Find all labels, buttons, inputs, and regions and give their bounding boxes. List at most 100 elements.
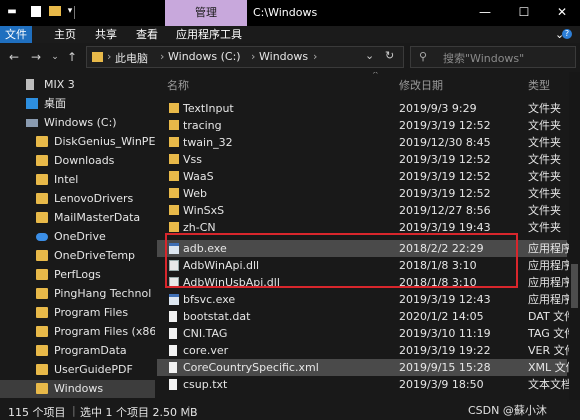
file-date: 2020/1/2 14:05 — [399, 310, 484, 323]
sidebar-item-label: PerfLogs — [54, 268, 101, 281]
sidebar-item[interactable]: Windows (C:) — [0, 114, 155, 132]
cloud-icon — [36, 233, 48, 241]
address-bar[interactable]: › 此电脑 › Windows (C:) › Windows › ⌄ ↻ — [86, 46, 404, 68]
sidebar-item[interactable]: Program Files — [0, 304, 155, 322]
file-type: 文本文档 — [528, 378, 569, 391]
sidebar-item-label: Windows — [54, 382, 104, 395]
up-button[interactable]: ↑ — [64, 48, 80, 66]
folder-icon — [36, 193, 48, 204]
file-name: core.ver — [183, 344, 229, 357]
file-date: 2019/9/15 15:28 — [399, 361, 491, 374]
sidebar-item[interactable]: Program Files (x86 — [0, 323, 155, 341]
sidebar-item-label: ProgramData — [54, 344, 127, 357]
breadcrumb-separator-icon: › — [160, 50, 165, 63]
help-icon[interactable]: ? — [562, 29, 572, 39]
back-button[interactable]: ← — [6, 48, 22, 66]
file-icon — [169, 345, 177, 356]
maximize-button[interactable]: ☐ — [506, 0, 542, 24]
qat-divider — [74, 6, 75, 19]
phone-icon — [26, 79, 34, 90]
file-name: TextInput — [183, 102, 234, 115]
file-row[interactable]: core.ver 2019/3/19 19:22 VER 文件 — [157, 342, 569, 359]
file-row[interactable]: WaaS 2019/3/19 12:52 文件夹 — [157, 168, 567, 185]
sidebar-item[interactable]: OneDrive — [0, 228, 155, 246]
window-title: C:\Windows — [253, 6, 318, 19]
sidebar-item-label: Downloads — [54, 154, 115, 167]
breadcrumb-drive-c[interactable]: Windows (C:) — [168, 50, 241, 63]
sidebar-item[interactable]: MailMasterData — [0, 209, 155, 227]
tab-file[interactable]: 文件 — [0, 26, 32, 43]
file-name: CNI.TAG — [183, 327, 228, 340]
file-row[interactable]: tracing 2019/3/19 12:52 文件夹 — [157, 117, 567, 134]
folder-icon — [169, 137, 179, 147]
forward-button[interactable]: → — [28, 48, 44, 66]
sidebar-item-label: Program Files — [54, 306, 129, 319]
vertical-scrollbar[interactable] — [569, 72, 580, 400]
sidebar-item[interactable]: Windows — [0, 380, 155, 398]
desktop-icon — [26, 98, 38, 109]
highlight-annotation-box — [165, 233, 518, 288]
tab-share[interactable]: 共享 — [89, 26, 123, 43]
file-row[interactable]: CNI.TAG 2019/3/10 11:19 TAG 文件 — [157, 325, 569, 342]
properties-icon[interactable] — [31, 6, 41, 17]
sidebar-item[interactable]: LenovoDrivers — [0, 190, 155, 208]
sidebar-item[interactable]: 桌面 — [0, 95, 155, 113]
search-box[interactable]: ⚲ 搜索"Windows" — [410, 46, 576, 68]
manage-tab[interactable]: 管理 — [165, 0, 247, 26]
folder-icon — [169, 205, 179, 215]
file-row[interactable]: bootstat.dat 2020/1/2 14:05 DAT 文件 — [157, 308, 569, 325]
file-row[interactable]: CoreCountrySpecific.xml 2019/9/15 15:28 XM… — [157, 359, 569, 376]
close-button[interactable]: ✕ — [544, 0, 580, 24]
minimize-button[interactable]: — — [467, 0, 503, 24]
scrollbar-thumb[interactable] — [571, 264, 578, 308]
breadcrumb-separator-icon: › — [313, 50, 318, 63]
sidebar-item-label: Windows (C:) — [44, 116, 117, 129]
recent-locations-button[interactable]: ⌄ — [47, 48, 63, 66]
file-row[interactable]: WinSxS 2019/12/27 8:56 文件夹 — [157, 202, 567, 219]
folder-icon — [169, 154, 179, 164]
search-placeholder: 搜索"Windows" — [443, 52, 525, 65]
file-row[interactable]: csup.txt 2019/3/9 18:50 文本文档 — [157, 376, 569, 393]
sidebar-item-label: MailMasterData — [54, 211, 141, 224]
refresh-icon[interactable]: ↻ — [385, 49, 394, 62]
file-type: 文件夹 — [528, 153, 561, 166]
sidebar-item[interactable]: PerfLogs — [0, 266, 155, 284]
tab-view[interactable]: 查看 — [130, 26, 164, 43]
app-icon: ▬ — [7, 6, 17, 17]
breadcrumb-separator-icon: › — [107, 50, 112, 63]
sidebar-item[interactable]: Downloads — [0, 152, 155, 170]
sidebar-item[interactable]: PingHang Technol — [0, 285, 155, 303]
new-folder-icon[interactable] — [49, 6, 61, 16]
file-row[interactable]: Web 2019/3/19 12:52 文件夹 — [157, 185, 567, 202]
sidebar-item[interactable]: OneDriveTemp — [0, 247, 155, 265]
tab-app-tools[interactable]: 应用程序工具 — [170, 26, 248, 43]
file-date: 2019/3/19 12:52 — [399, 119, 491, 132]
folder-icon — [36, 136, 48, 147]
file-type: XML 文件 — [528, 361, 569, 374]
file-date: 2019/12/27 8:56 — [399, 204, 491, 217]
sidebar-item-label: PingHang Technol — [54, 287, 152, 300]
file-date: 2019/3/9 18:50 — [399, 378, 484, 391]
tab-home[interactable]: 主页 — [48, 26, 82, 43]
sidebar-item[interactable]: MIX 3 — [0, 76, 155, 94]
sidebar-item[interactable]: Intel — [0, 171, 155, 189]
folder-icon — [36, 364, 48, 375]
file-type: VER 文件 — [528, 344, 569, 357]
file-name: twain_32 — [183, 136, 233, 149]
file-type: 文件夹 — [528, 136, 561, 149]
breadcrumb-this-pc[interactable]: 此电脑 — [115, 50, 148, 66]
file-row[interactable]: bfsvc.exe 2019/3/19 12:43 应用程序 — [157, 291, 569, 308]
sidebar-item-label: OneDriveTemp — [54, 249, 136, 262]
file-row[interactable]: Vss 2019/3/19 12:52 文件夹 — [157, 151, 567, 168]
sidebar-item[interactable]: ProgramData — [0, 342, 155, 360]
breadcrumb-windows[interactable]: Windows — [259, 50, 308, 63]
folder-icon — [36, 288, 48, 299]
file-row[interactable]: TextInput 2019/9/3 9:29 文件夹 — [157, 100, 567, 117]
selection-info: 选中 1 个项目 2.50 MB — [80, 406, 198, 419]
sidebar-item[interactable]: UserGuidePDF — [0, 361, 155, 379]
file-row[interactable]: twain_32 2019/12/30 8:45 文件夹 — [157, 134, 567, 151]
file-type: 文件夹 — [528, 170, 561, 183]
history-dropdown-icon[interactable]: ⌄ — [365, 49, 374, 62]
folder-icon — [169, 188, 179, 198]
sidebar-item[interactable]: DiskGenius_WinPE — [0, 133, 155, 151]
